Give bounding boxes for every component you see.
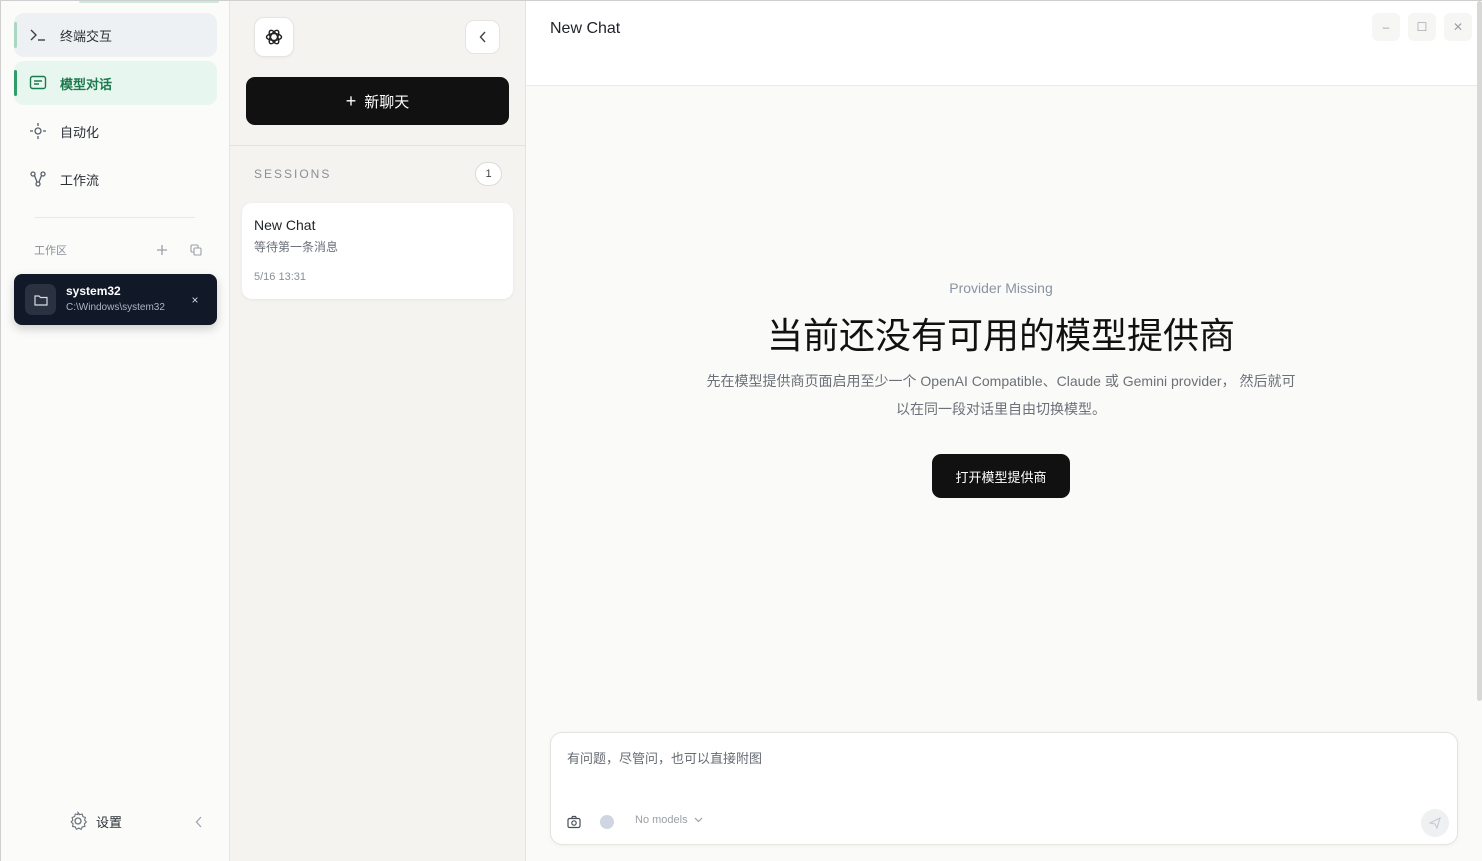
- send-button[interactable]: [1421, 809, 1449, 837]
- send-icon: [1429, 817, 1441, 829]
- workspace-name: system32: [66, 284, 121, 298]
- nav-item-label: 自动化: [60, 124, 100, 140]
- add-workspace-button[interactable]: [154, 242, 170, 258]
- session-title: New Chat: [254, 217, 316, 233]
- close-window-button[interactable]: ✕: [1444, 13, 1472, 41]
- collapse-nav-button[interactable]: [192, 814, 206, 830]
- nav-divider: [35, 217, 195, 218]
- workspace-header: 工作区: [34, 241, 204, 259]
- session-item[interactable]: New Chat 等待第一条消息 5/16 13:31: [242, 203, 513, 299]
- copy-workspace-button[interactable]: [188, 242, 204, 258]
- sessions-header: SESSIONS: [254, 167, 332, 181]
- primary-nav: 终端交互 模型对话 自动化 工作流 工作区 system32 C:\Window…: [1, 1, 230, 861]
- nav-item-chat[interactable]: 模型对话: [14, 61, 217, 105]
- sessions-divider: [230, 145, 526, 146]
- nav-item-label: 终端交互: [60, 28, 113, 44]
- gear-icon: [68, 811, 88, 831]
- settings-label: 设置: [96, 814, 123, 830]
- minimize-button[interactable]: –: [1372, 13, 1400, 41]
- automation-icon: [28, 121, 48, 141]
- camera-icon: [567, 815, 581, 829]
- empty-headline: 当前还没有可用的模型提供商: [766, 315, 1235, 356]
- open-provider-button[interactable]: 打开模型提供商: [932, 454, 1070, 498]
- openai-logo-icon: [265, 29, 283, 45]
- chat-topbar: New Chat – ☐ ✕: [526, 1, 1482, 86]
- chevron-down-icon: [694, 817, 703, 823]
- page-title: New Chat: [550, 20, 621, 37]
- collapse-sessions-button[interactable]: [465, 20, 500, 54]
- plus-icon: +: [345, 90, 357, 111]
- sessions-panel: + 新聊天 SESSIONS 1 New Chat 等待第一条消息 5/16 1…: [230, 1, 526, 861]
- nav-item-automation[interactable]: 自动化: [14, 109, 217, 153]
- empty-description: 先在模型提供商页面启用至少一个 OpenAI Compatible、Claude…: [706, 373, 1296, 417]
- composer: No models: [550, 732, 1458, 845]
- sessions-count-badge: 1: [475, 162, 502, 186]
- attach-image-button[interactable]: [566, 814, 582, 830]
- nav-item-workflow[interactable]: 工作流: [14, 157, 217, 201]
- nav-item-terminal[interactable]: 终端交互: [14, 13, 217, 57]
- new-chat-label: 新聊天: [364, 93, 410, 111]
- settings-button[interactable]: 设置: [68, 811, 122, 831]
- workspace-path: C:\Windows\system32: [66, 302, 165, 313]
- new-chat-button[interactable]: + 新聊天: [246, 77, 509, 125]
- session-preview: 等待第一条消息: [254, 240, 339, 254]
- workspace-card[interactable]: system32 C:\Windows\system32 ×: [14, 274, 217, 325]
- workflow-icon: [28, 169, 48, 189]
- chevron-left-icon: [195, 816, 202, 828]
- session-time: 5/16 13:31: [254, 271, 306, 283]
- chevron-left-icon: [479, 31, 486, 43]
- chat-main: New Chat – ☐ ✕ Provider Missing 当前还没有可用的…: [526, 1, 1482, 861]
- nav-item-label: 工作流: [60, 172, 100, 188]
- model-select-label: No models: [635, 814, 688, 826]
- nav-item-label: 模型对话: [60, 76, 113, 92]
- chat-icon: [28, 73, 48, 93]
- close-workspace-button[interactable]: ×: [187, 293, 203, 307]
- workspace-label: 工作区: [34, 245, 67, 257]
- terminal-icon: [28, 25, 48, 45]
- folder-icon: [25, 284, 56, 315]
- scrollbar[interactable]: [1477, 1, 1482, 701]
- openai-logo-button[interactable]: [254, 17, 294, 57]
- model-status-dot: [600, 815, 614, 829]
- maximize-button[interactable]: ☐: [1408, 13, 1436, 41]
- model-select[interactable]: No models: [635, 814, 703, 826]
- message-input[interactable]: [567, 747, 1427, 769]
- nav-top-accent: [79, 1, 219, 3]
- empty-eyebrow: Provider Missing: [949, 280, 1053, 296]
